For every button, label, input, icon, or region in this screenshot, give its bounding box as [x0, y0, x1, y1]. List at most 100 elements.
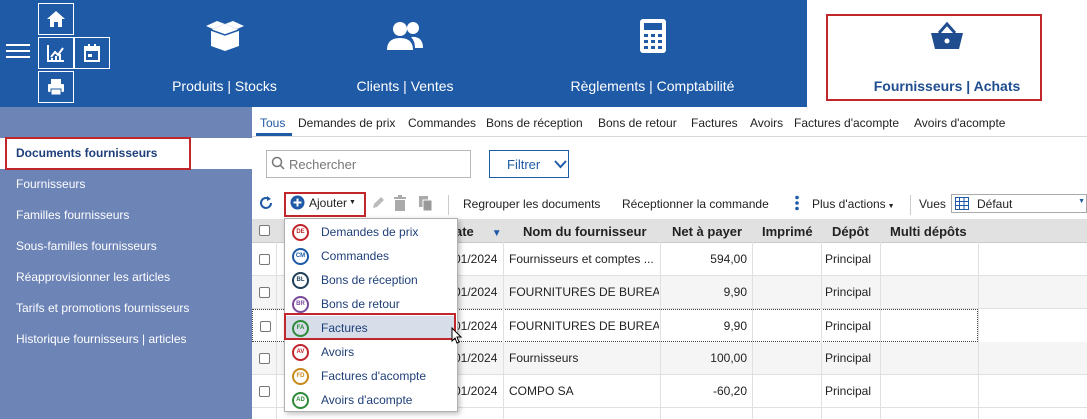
more-actions-button[interactable]: Plus d'actions ▼ [812, 197, 895, 211]
tab-demandes-de-prix[interactable]: Demandes de prix [298, 116, 395, 130]
trash-icon[interactable] [393, 195, 407, 214]
sidebar-item-tarifs-promotions[interactable]: Tarifs et promotions fournisseurs [0, 293, 252, 324]
toolbar-separator [448, 195, 449, 215]
shortcut-grid [38, 3, 112, 105]
sidebar-item-historique-fournisseurs[interactable]: Historique fournisseurs | articles [0, 324, 252, 355]
cell-date: 01/2024 [454, 351, 498, 365]
document-type-icon: BL [292, 271, 309, 289]
cell-net: 9,90 [723, 319, 747, 333]
column-multi-depots[interactable]: Multi dépôts [890, 224, 967, 239]
box-open-icon [205, 16, 245, 56]
menu-item-avoirs[interactable]: AV Avoirs [286, 340, 456, 364]
menu-item-bons-de-reception[interactable]: BL Bons de réception [286, 268, 456, 292]
column-divider [752, 219, 753, 419]
document-type-icon: DE [292, 223, 309, 241]
sidebar-item-sous-familles-fournisseurs[interactable]: Sous-familles fournisseurs [0, 231, 252, 262]
column-date[interactable]: ate ▼ [455, 224, 502, 239]
cell-net: 100,00 [710, 351, 747, 365]
cell-depot: Principal [825, 285, 872, 299]
cell-depot: Principal [825, 351, 872, 365]
sort-down-icon: ▼ [491, 228, 502, 239]
tab-avoirs[interactable]: Avoirs [750, 116, 783, 130]
menu-item-factures-acompte[interactable]: FD Factures d'acompte [286, 364, 456, 388]
menu-item-label: Demandes de prix [321, 225, 419, 239]
menu-item-label: Bons de réception [321, 273, 418, 287]
receive-order-button[interactable]: Réceptionner la commande [622, 197, 769, 211]
duplicate-icon[interactable] [417, 195, 433, 214]
cell-depot: Principal [825, 319, 872, 333]
tab-factures-acompte[interactable]: Factures d'acompte [794, 116, 899, 130]
cell-supplier: Fournisseurs et comptes ... [509, 252, 654, 266]
module-produits-stocks[interactable]: Produits | Stocks [142, 0, 307, 107]
tab-factures[interactable]: Factures [691, 116, 738, 130]
edit-pencil-icon[interactable] [370, 195, 386, 214]
module-label: Clients | Ventes [356, 78, 454, 94]
row-checkbox[interactable] [259, 386, 270, 397]
column-imprime[interactable]: Imprimé [762, 224, 813, 239]
views-label: Vues [919, 197, 946, 211]
module-label: Règlements | Comptabilité [570, 78, 735, 94]
sidebar-item-fournisseurs[interactable]: Fournisseurs [0, 169, 252, 200]
calendar-icon[interactable] [74, 37, 110, 69]
cell-depot: Principal [825, 252, 872, 266]
select-all-checkbox[interactable] [259, 225, 270, 236]
tab-bons-de-retour[interactable]: Bons de retour [598, 116, 677, 130]
document-type-icon: BR [292, 295, 309, 313]
cell-supplier: FOURNITURES DE BUREAU [509, 319, 659, 333]
hamburger-menu-icon[interactable] [6, 40, 30, 64]
highlight-box-sidebar [5, 137, 191, 170]
cell-net: 594,00 [710, 252, 747, 266]
cell-net: -60,20 [712, 384, 747, 398]
module-reglements-comptabilite[interactable]: Règlements | Comptabilité [540, 0, 765, 107]
menu-item-avoirs-acompte[interactable]: AD Avoirs d'acompte [286, 388, 456, 412]
tab-commandes[interactable]: Commandes [408, 116, 476, 130]
views-select[interactable]: Défaut ▼ [951, 194, 1087, 213]
column-net-a-payer[interactable]: Net à payer [672, 224, 742, 239]
tab-bons-de-reception[interactable]: Bons de réception [486, 116, 583, 130]
column-supplier-name[interactable]: Nom du fournisseur [523, 224, 647, 239]
home-icon[interactable] [38, 3, 74, 35]
sidebar-item-reapprovisionner-articles[interactable]: Réapprovisionner les articles [0, 262, 252, 293]
toolbar-separator [910, 195, 911, 215]
highlight-box-add [284, 192, 366, 217]
menu-item-label: Avoirs d'acompte [321, 393, 413, 407]
cell-depot: Principal [825, 384, 872, 398]
grid-icon [955, 197, 969, 210]
chart-icon[interactable] [38, 37, 74, 69]
filter-button[interactable]: Filtrer [489, 150, 569, 178]
row-checkbox[interactable] [259, 254, 270, 265]
search-box [266, 150, 471, 178]
document-type-tabs: Tous Demandes de prix Commandes Bons de … [252, 107, 1087, 137]
menu-item-commandes[interactable]: CM Commandes [286, 244, 456, 268]
tab-tous[interactable]: Tous [260, 116, 285, 130]
row-checkbox[interactable] [259, 353, 270, 364]
column-divider [978, 219, 979, 419]
menu-item-demandes-de-prix[interactable]: DE Demandes de prix [286, 220, 456, 244]
search-icon [271, 156, 285, 173]
document-type-icon: CM [292, 247, 309, 265]
document-type-icon: AV [292, 343, 309, 361]
chevron-down-icon [554, 159, 567, 169]
search-input[interactable] [289, 156, 469, 172]
column-divider [503, 219, 504, 419]
printer-icon[interactable] [38, 71, 74, 103]
cell-supplier: COMPO SA [509, 384, 574, 398]
tab-avoirs-acompte[interactable]: Avoirs d'acompte [914, 116, 1005, 130]
menu-item-label: Factures d'acompte [321, 369, 427, 383]
views-value: Défaut [977, 196, 1013, 211]
sidebar-item-familles-fournisseurs[interactable]: Familles fournisseurs [0, 200, 252, 231]
more-actions-label: Plus d'actions [812, 197, 886, 211]
document-type-icon: FD [292, 367, 309, 385]
refresh-icon[interactable] [258, 195, 274, 214]
column-depot[interactable]: Dépôt [832, 224, 869, 239]
module-clients-ventes[interactable]: Clients | Ventes [325, 0, 485, 107]
column-divider [276, 219, 277, 419]
active-tab-indicator [256, 133, 292, 136]
row-checkbox[interactable] [260, 321, 271, 332]
cell-supplier: Fournisseurs [509, 351, 579, 365]
caret-down-icon: ▼ [1078, 198, 1085, 205]
row-checkbox[interactable] [259, 287, 270, 298]
group-documents-button[interactable]: Regrouper les documents [463, 197, 600, 211]
cell-supplier: FOURNITURES DE BUREAU [509, 285, 659, 299]
cell-date: 01/2024 [454, 384, 498, 398]
